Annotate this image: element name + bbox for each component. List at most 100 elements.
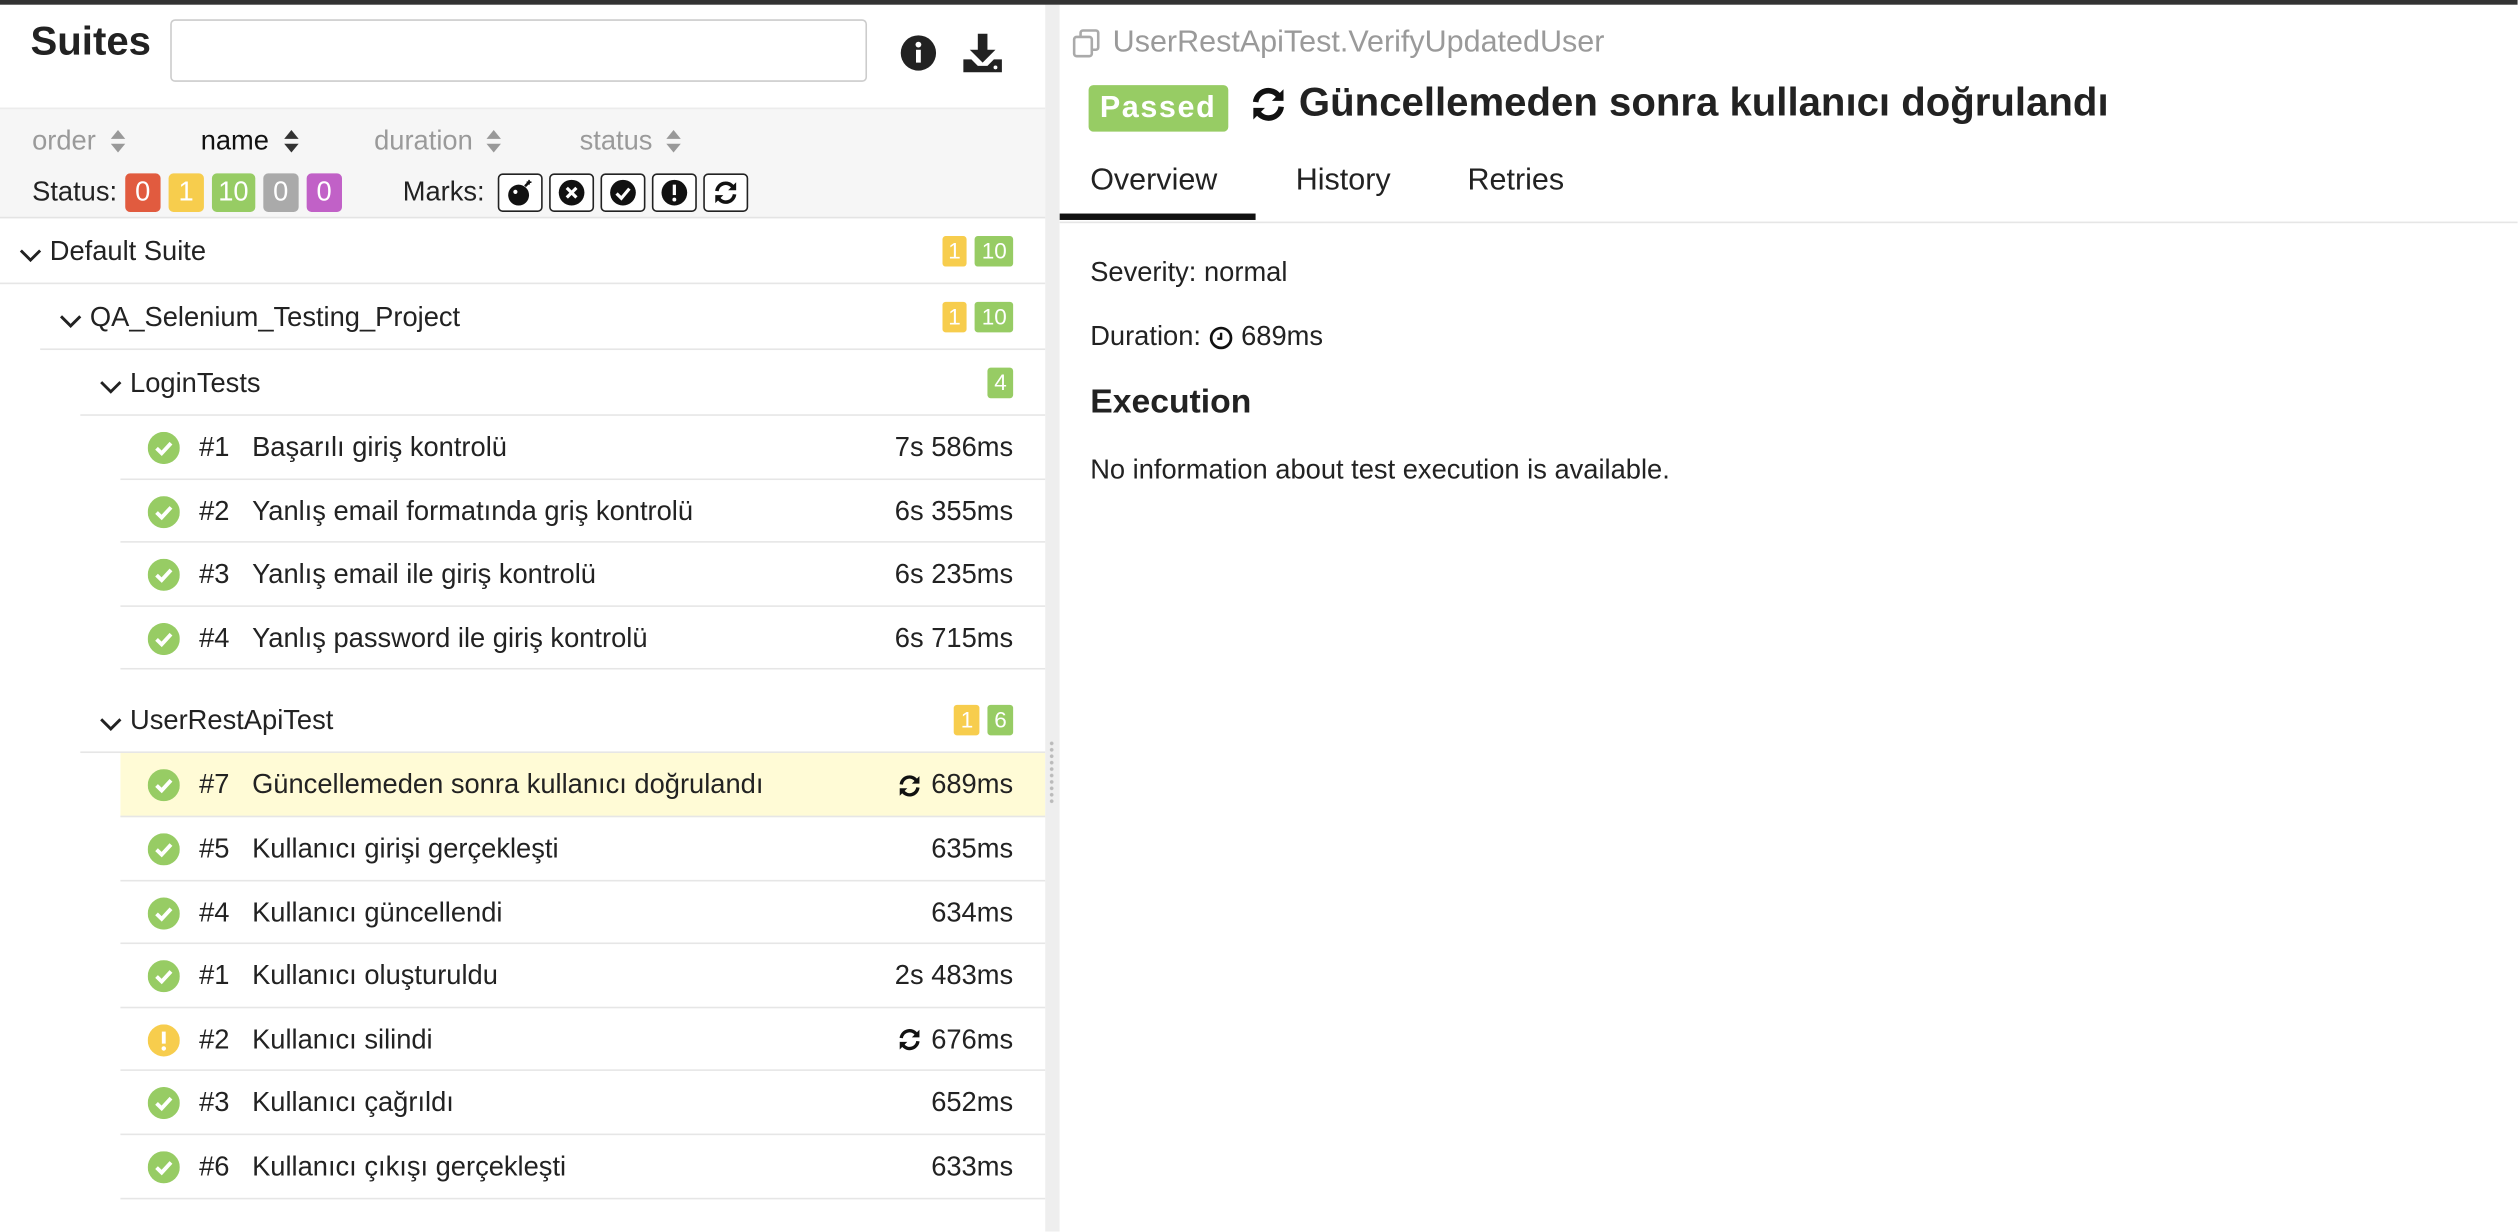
chevron-down-icon[interactable] [19, 242, 42, 271]
test-case-row[interactable]: #1 Kullanıcı oluşturuldu 2s 483ms [120, 944, 1046, 1008]
sort-by-duration[interactable]: duration [374, 125, 503, 157]
passed-status-icon [147, 833, 180, 873]
group-name: QA_Selenium_Testing_Project [89, 301, 461, 333]
duration-text: 6s 715ms [894, 622, 1014, 654]
tab-history[interactable]: History [1296, 164, 1391, 199]
broken-count-badge: 1 [941, 236, 968, 267]
test-case-row[interactable]: #1 Başarılı giriş kontrolü 7s 586ms [120, 416, 1046, 480]
passed-count-badge: 10 [975, 236, 1014, 267]
test-case-row[interactable]: #7 Güncellemeden sonra kullanıcı doğrulan… [120, 753, 1046, 818]
status-chip-skipped[interactable]: 0 [263, 173, 299, 212]
retry-icon [899, 775, 920, 797]
passed-status-icon [147, 1151, 180, 1184]
broken-count-badge: 1 [941, 301, 968, 333]
marks-label: Marks: [402, 176, 485, 208]
chevron-down-icon[interactable] [59, 308, 82, 337]
download-icon[interactable] [960, 31, 1005, 76]
test-duration: 6s 235ms [895, 559, 1013, 591]
suite-tree: Default Suite 1 10 QA_Selenium_Testing_Proj… [0, 218, 1046, 1199]
sort-by-name[interactable]: name [201, 125, 300, 157]
duration-text: 6s 355ms [894, 495, 1014, 526]
chevron-down-icon[interactable] [100, 712, 122, 741]
passed-count-badge: 4 [987, 367, 1014, 399]
retry-icon [899, 1029, 920, 1051]
test-full-name[interactable]: UserRestApiTest.VerifyUpdatedUser [1071, 26, 1604, 61]
tree-node-logintests[interactable]: LoginTests 4 [80, 350, 1046, 416]
severity-label: Severity: [1090, 256, 1197, 288]
new-failed-icon[interactable] [548, 173, 594, 212]
test-duration: 6s 355ms [895, 495, 1013, 527]
status-chip-unknown[interactable]: 0 [306, 173, 342, 212]
test-case-row[interactable]: #4 Kullanıcı güncellendi 634ms [120, 881, 1046, 945]
passed-status-icon [147, 559, 180, 599]
resize-grip[interactable] [1048, 740, 1055, 805]
test-duration: 633ms [931, 1151, 1013, 1183]
duration-text: 6s 235ms [894, 559, 1014, 590]
test-case-row[interactable]: #3 Kullanıcı çağrıldı 652ms [120, 1071, 1046, 1136]
test-name: Kullanıcı oluşturuldu [252, 960, 498, 991]
severity-value: normal [1203, 256, 1288, 288]
flaky-bomb-icon[interactable] [497, 173, 543, 212]
test-duration: 634ms [931, 897, 1013, 929]
panel-resize-handle[interactable] [1045, 4, 1060, 1232]
tab-overview[interactable]: Overview [1090, 164, 1217, 199]
active-tab-indicator [1059, 213, 1256, 220]
test-case-row[interactable]: #4 Yanlış password ile giriş kontrolü 6s 7… [120, 607, 1046, 671]
passed-status-icon [147, 896, 180, 929]
chevron-down-icon [100, 381, 122, 394]
broken-count-badge: 1 [954, 705, 980, 736]
sort-by-status[interactable]: status [580, 125, 683, 157]
tree-node-default-suite[interactable]: Default Suite 1 10 [0, 218, 1046, 285]
test-name: Yanlış password ile giriş kontrolü [252, 622, 648, 654]
chevron-down-icon [100, 718, 122, 732]
allure-report-window: Suites order name duration status Status: 0… [0, 0, 2518, 1232]
copy-icon [1072, 29, 1100, 58]
status-badge: Passed [1088, 85, 1228, 132]
test-duration: 689ms [896, 770, 1013, 802]
test-case-row[interactable]: #3 Yanlış email ile giriş kontrolü 6s 235m… [120, 543, 1046, 607]
test-case-row[interactable]: #2 Yanlış email formatında griş kontrolü 6… [120, 479, 1046, 543]
test-case-row[interactable]: #5 Kullanıcı girişi gerçekleşti 635ms [120, 817, 1046, 881]
new-broken-icon[interactable] [651, 173, 697, 212]
status-chip-passed[interactable]: 10 [211, 173, 256, 212]
passed-status-icon [147, 495, 180, 535]
new-passed-icon[interactable] [600, 173, 646, 212]
test-duration: 676ms [896, 1024, 1013, 1056]
chevron-down-icon[interactable] [100, 374, 122, 403]
status-chip-failed[interactable]: 0 [125, 173, 161, 212]
sort-label: status [579, 125, 653, 156]
tree-node-project[interactable]: QA_Selenium_Testing_Project 1 10 [40, 284, 1046, 351]
filter-bar: order name duration status Status: 0 1 10 0 0 M… [0, 107, 1046, 219]
test-name: Kullanıcı çıkışı gerçekleşti [252, 1151, 567, 1182]
duration-text: 635ms [931, 833, 1014, 864]
test-case-row[interactable]: #2 Kullanıcı silindi 676ms [120, 1008, 1046, 1072]
test-duration: 7s 586ms [895, 432, 1013, 464]
test-case-row[interactable]: #6 Kullanıcı çıkışı gerçekleşti 633ms [120, 1135, 1046, 1199]
status-chip-broken[interactable]: 1 [168, 173, 204, 212]
passed-status-icon [147, 769, 180, 810]
retries-icon[interactable] [703, 173, 748, 212]
test-order: #2 [199, 495, 230, 526]
sort-arrows-icon [110, 130, 125, 153]
chevron-down-icon [59, 315, 82, 328]
test-order: #2 [199, 1023, 230, 1055]
panel-title: Suites [30, 19, 151, 65]
duration-text: 634ms [931, 896, 1014, 928]
sort-arrows-icon [666, 130, 682, 153]
group-name: LoginTests [130, 367, 261, 399]
detail-tabs: Overview History Retries [1059, 149, 2518, 224]
test-name: Kullanıcı girişi gerçekleşti [252, 833, 559, 864]
info-icon[interactable] [899, 34, 938, 73]
test-order: #1 [199, 431, 230, 463]
tree-node-userrestapitest[interactable]: UserRestApiTest 1 6 [80, 688, 1046, 754]
test-path-text: UserRestApiTest.VerifyUpdatedUser [1112, 25, 1605, 60]
tab-retries[interactable]: Retries [1468, 164, 1565, 199]
search-input[interactable] [170, 19, 868, 82]
sort-label: duration [374, 125, 473, 156]
passed-count-badge: 6 [987, 705, 1014, 736]
clock-icon [1209, 325, 1233, 349]
sort-by-order[interactable]: order [32, 125, 126, 157]
status-filter: Status: 0 1 10 0 0 Marks: [32, 173, 748, 212]
test-order: #3 [199, 1087, 230, 1119]
sort-label: order [32, 125, 96, 156]
